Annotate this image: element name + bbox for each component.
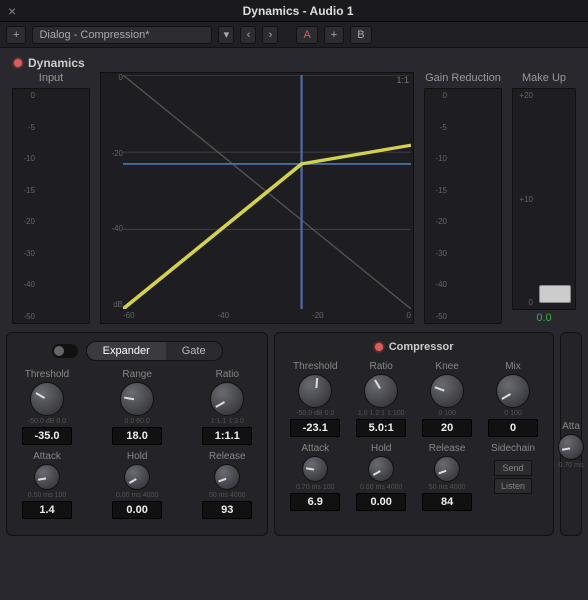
knob-value[interactable]: -35.0 (22, 427, 72, 445)
knob-label: Hold (371, 443, 392, 454)
knee-knob[interactable] (430, 374, 464, 408)
makeup-value: 0.0 (512, 312, 576, 324)
knob-value[interactable]: 0.00 (356, 493, 406, 511)
gain-reduction-meter: 0-5 -10-15 -20-30 -40-50 (424, 88, 502, 324)
compressor-panel: Compressor Threshold -50.0 dB 0.0 -23.1 Rat… (274, 332, 554, 536)
knob-label: Hold (127, 451, 148, 462)
section-title: Dynamics (28, 56, 85, 70)
knob-label: Attack (33, 451, 61, 462)
attack-knob[interactable] (34, 464, 60, 490)
ratio-knob[interactable] (364, 374, 398, 408)
sidechain-listen-button[interactable]: Listen (494, 478, 532, 494)
mix-knob[interactable] (496, 374, 530, 408)
knob-range: 0.00 ms 4000 (116, 492, 158, 499)
knob-label: Threshold (293, 361, 337, 372)
compare-a-button[interactable]: A (296, 26, 317, 44)
next-preset-button[interactable]: › (262, 26, 278, 44)
atta-knob[interactable] (558, 434, 584, 460)
knob-range: 0 100 (438, 410, 456, 417)
knob-label: Range (122, 369, 151, 380)
input-meter: 0-5 -10-15 -20-30 -40-50 (12, 88, 90, 324)
dynamics-transfer-graph: 1:1 0-20 -40dB -60-40 -200 (100, 72, 414, 324)
knob-label: Threshold (25, 369, 69, 380)
knob-value[interactable]: 6.9 (290, 493, 340, 511)
hold-knob[interactable] (124, 464, 150, 490)
knob-value[interactable]: -23.1 (290, 419, 340, 437)
makeup-thumb[interactable] (539, 285, 571, 303)
knob-label: Knee (435, 361, 458, 372)
compare-b-button[interactable]: B (350, 26, 371, 44)
knob-value[interactable]: 0 (488, 419, 538, 437)
knob-label: Release (209, 451, 246, 462)
threshold-knob[interactable] (298, 374, 332, 408)
knob-value[interactable]: 1:1.1 (202, 427, 252, 445)
knob-value[interactable]: 1.4 (22, 501, 72, 519)
expander-enable-toggle[interactable] (52, 344, 78, 358)
gr-meter-label: Gain Reduction (424, 72, 502, 84)
range-knob[interactable] (120, 382, 154, 416)
add-preset-button[interactable]: + (6, 26, 26, 44)
hold-knob[interactable] (368, 456, 394, 482)
knob-range: 0.70 ms 100 (296, 484, 335, 491)
knob-value[interactable]: 84 (422, 493, 472, 511)
sidechain-label: Sidechain (491, 443, 535, 454)
release-knob[interactable] (214, 464, 240, 490)
knob-value[interactable]: 20 (422, 419, 472, 437)
preset-dropdown[interactable]: Dialog - Compression* (32, 26, 212, 44)
attack-knob[interactable] (302, 456, 328, 482)
sidechain-send-button[interactable]: Send (494, 460, 532, 476)
knob-label: Attack (301, 443, 329, 454)
knob-value[interactable]: 93 (202, 501, 252, 519)
compare-plus-button[interactable]: + (324, 26, 344, 44)
compressor-enable-led[interactable] (375, 343, 383, 351)
tab-expander[interactable]: Expander (87, 342, 166, 360)
knob-label: Release (429, 443, 466, 454)
knob-range: 50 ms 4000 (429, 484, 466, 491)
knob-range: -50.0 dB 0.0 (296, 410, 334, 417)
limiter-panel: Atta 0.70 ms (560, 332, 582, 536)
close-icon[interactable]: × (8, 3, 16, 19)
atta-label: Atta (562, 421, 580, 432)
makeup-label: Make Up (512, 72, 576, 84)
release-knob[interactable] (434, 456, 460, 482)
knob-label: Ratio (216, 369, 239, 380)
knob-value[interactable]: 5.0:1 (356, 419, 406, 437)
knob-range: 1:1.1 1:3.0 (211, 418, 244, 425)
knob-value[interactable]: 0.00 (112, 501, 162, 519)
prev-preset-button[interactable]: ‹ (240, 26, 256, 44)
knob-label: Ratio (370, 361, 393, 372)
preset-name: Dialog - Compression* (39, 29, 149, 41)
knob-label: Mix (505, 361, 521, 372)
knob-range: 0.0 60.0 (124, 418, 149, 425)
input-meter-label: Input (12, 72, 90, 84)
tab-gate[interactable]: Gate (166, 342, 222, 360)
compressor-title: Compressor (389, 341, 454, 353)
knob-range: 0.50 ms 100 (28, 492, 67, 499)
knob-range: 0 100 (504, 410, 522, 417)
knob-range: 1.0 1.2:1 1:100 (358, 410, 405, 417)
makeup-gain-slider[interactable]: +20 +10 0 (512, 88, 576, 310)
expander-panel: Expander Gate Threshold -50.0 dB 0.0 -35.0… (6, 332, 268, 536)
knob-range: 0.00 ms 4000 (360, 484, 402, 491)
window-title: Dynamics - Audio 1 (16, 4, 580, 18)
preset-chevron-icon[interactable]: ▾ (218, 26, 234, 44)
knob-value[interactable]: 18.0 (112, 427, 162, 445)
dynamics-enable-led[interactable] (14, 59, 22, 67)
knob-range: -50.0 dB 0.0 (28, 418, 66, 425)
knob-range: 50 ms 4000 (209, 492, 246, 499)
ratio-knob[interactable] (210, 382, 244, 416)
threshold-knob[interactable] (30, 382, 64, 416)
